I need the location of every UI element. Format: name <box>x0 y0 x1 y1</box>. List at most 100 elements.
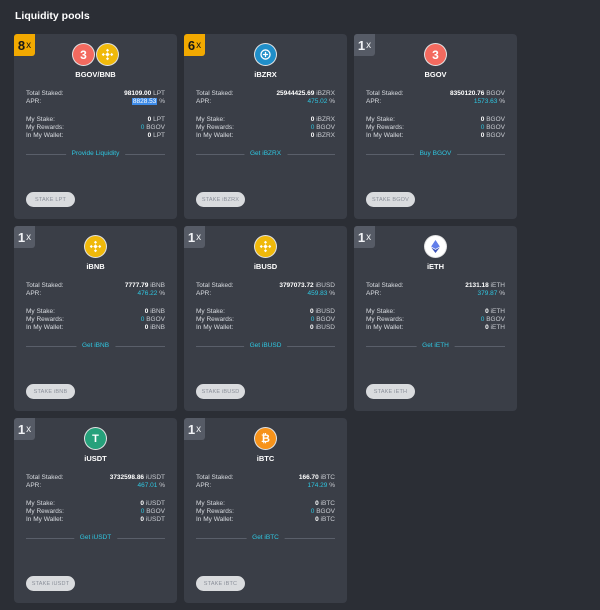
in-wallet-token: iBTC <box>320 516 335 523</box>
stake-button[interactable]: STAKE BGOV <box>366 192 415 207</box>
in-wallet-value: 0 BGOV <box>481 132 505 140</box>
my-stake-value: 0 iBTC <box>315 500 335 508</box>
apr-label: APR: <box>26 98 42 105</box>
stake-button[interactable]: STAKE iBNB <box>26 384 75 399</box>
apr-unit: % <box>159 98 165 105</box>
user-position: My Stake: 0 iBNB My Rewards: 0 BGOV In M… <box>26 308 165 332</box>
apr-label: APR: <box>366 290 382 297</box>
pool-card-iusdt: 1x T iUSDT Total Staked: 3732598.86 iUSD… <box>14 418 177 603</box>
apr-value: 459.83 % <box>308 290 335 298</box>
total-staked-token: iUSDT <box>145 474 165 481</box>
my-stake-amount: 0 <box>310 308 314 315</box>
my-rewards-row: My Rewards: 0 BGOV <box>196 124 335 132</box>
my-stake-token: iETH <box>490 308 505 315</box>
apr-unit: % <box>329 98 335 105</box>
apr-unit: % <box>159 482 165 489</box>
btc-icon: ₿ <box>255 428 276 449</box>
apr-number: 475.02 <box>307 98 328 105</box>
apr-value: 1573.63 % <box>474 98 505 106</box>
stake-button[interactable]: STAKE iUSDT <box>26 576 75 591</box>
get-token-link[interactable]: Buy BGOV <box>413 150 458 158</box>
in-wallet-row: In My Wallet: 0 iBZRX <box>196 132 335 140</box>
in-wallet-token: iETH <box>490 324 505 331</box>
total-staked-label: Total Staked: <box>26 474 64 481</box>
total-staked-amount: 3797073.72 <box>279 282 314 289</box>
apr-row: APR: 476.22 % <box>26 290 165 298</box>
pool-card-ieth: 1x iETH Total Staked: 2131.18 iETH APR: … <box>354 226 517 411</box>
in-wallet-amount: 0 <box>310 132 315 139</box>
total-staked-token: LPT <box>153 90 165 97</box>
stake-button[interactable]: STAKE iBTC <box>196 576 245 591</box>
my-rewards-token: BGOV <box>146 316 165 323</box>
total-staked-row: Total Staked: 98109.00 LPT <box>26 90 165 98</box>
stake-button[interactable]: STAKE iBZRX <box>196 192 245 207</box>
total-staked-amount: 2131.18 <box>465 282 489 289</box>
my-stake-token: iBZRX <box>316 116 335 123</box>
get-token-link[interactable]: Get iBUSD <box>243 342 288 350</box>
pool-name: BGOV/BNB <box>75 70 116 79</box>
stake-button[interactable]: STAKE iBUSD <box>196 384 245 399</box>
total-staked-amount: 8350120.76 <box>450 90 485 97</box>
in-wallet-amount: 0 <box>310 324 314 331</box>
token-icons: 3 <box>14 44 177 66</box>
user-position: My Stake: 0 LPT My Rewards: 0 BGOV In My… <box>26 116 165 140</box>
total-staked-label: Total Staked: <box>366 282 404 289</box>
bnb-icon <box>85 236 106 257</box>
my-stake-label: My Stake: <box>196 308 225 315</box>
apr-label: APR: <box>366 98 382 105</box>
stake-button[interactable]: STAKE LPT <box>26 192 75 207</box>
total-staked-row: Total Staked: 2131.18 iETH <box>366 282 505 290</box>
my-stake-amount: 0 <box>480 116 485 123</box>
link-divider: Get iBZRX <box>196 150 335 158</box>
apr-label: APR: <box>196 98 212 105</box>
apr-number: 174.29 <box>307 482 328 489</box>
apr-number: 467.01 <box>137 482 158 489</box>
link-divider: Get iETH <box>366 342 505 350</box>
pool-name: iUSDT <box>84 454 107 463</box>
in-wallet-amount: 0 <box>315 516 319 523</box>
total-staked-label: Total Staked: <box>196 474 234 481</box>
my-rewards-token: BGOV <box>316 124 335 131</box>
pool-name: iBUSD <box>253 262 278 271</box>
in-wallet-label: In My Wallet: <box>196 516 234 523</box>
link-divider: Provide Liquidity <box>26 150 165 158</box>
in-wallet-token: iBNB <box>150 324 165 331</box>
my-stake-value: 0 iETH <box>485 308 505 316</box>
total-staked-value: 3732598.86 iUSDT <box>110 474 165 482</box>
my-stake-row: My Stake: 0 iUSDT <box>26 500 165 508</box>
get-token-link[interactable]: Get iETH <box>416 342 455 350</box>
my-rewards-row: My Rewards: 0 BGOV <box>26 124 165 132</box>
apr-value: 8828.53 % <box>131 98 165 106</box>
page-title: Liquidity pools <box>15 10 90 22</box>
link-divider: Get iUSDT <box>26 534 165 542</box>
link-divider: Get iBTC <box>196 534 335 542</box>
bzrx-icon <box>255 44 276 65</box>
pool-name: iBNB <box>86 262 105 271</box>
stake-button[interactable]: STAKE iETH <box>366 384 415 399</box>
my-stake-amount: 0 <box>315 500 319 507</box>
total-staked-amount: 25944425.69 <box>276 90 315 97</box>
get-token-link[interactable]: Get iBTC <box>246 534 285 542</box>
pool-card-ibtc: 1x ₿ iBTC Total Staked: 166.70 iBTC APR:… <box>184 418 347 603</box>
my-stake-token: LPT <box>153 116 165 123</box>
busd-icon <box>255 236 276 257</box>
bgov-icon: 3 <box>73 44 94 65</box>
my-rewards-label: My Rewards: <box>26 316 64 323</box>
get-token-link[interactable]: Get iUSDT <box>73 534 118 542</box>
my-stake-label: My Stake: <box>366 116 395 123</box>
get-token-link[interactable]: Get iBNB <box>75 342 116 350</box>
apr-row: APR: 459.83 % <box>196 290 335 298</box>
my-rewards-value: 0 BGOV <box>481 316 505 324</box>
apr-number: 1573.63 <box>473 98 498 105</box>
bgov-icon: 3 <box>425 44 446 65</box>
get-token-link[interactable]: Get iBZRX <box>243 150 288 158</box>
my-rewards-label: My Rewards: <box>196 124 234 131</box>
pool-name: iBTC <box>256 454 275 463</box>
my-rewards-label: My Rewards: <box>26 508 64 515</box>
token-icons: 3 <box>354 44 517 66</box>
pool-stats: Total Staked: 25944425.69 iBZRX APR: 475… <box>196 90 335 106</box>
pool-card-ibzrx: 6x iBZRX Total Staked: 25944425.69 iBZRX… <box>184 34 347 219</box>
apr-row: APR: 174.29 % <box>196 482 335 490</box>
get-token-link[interactable]: Provide Liquidity <box>65 150 126 158</box>
pool-name: iBZRX <box>254 70 277 79</box>
